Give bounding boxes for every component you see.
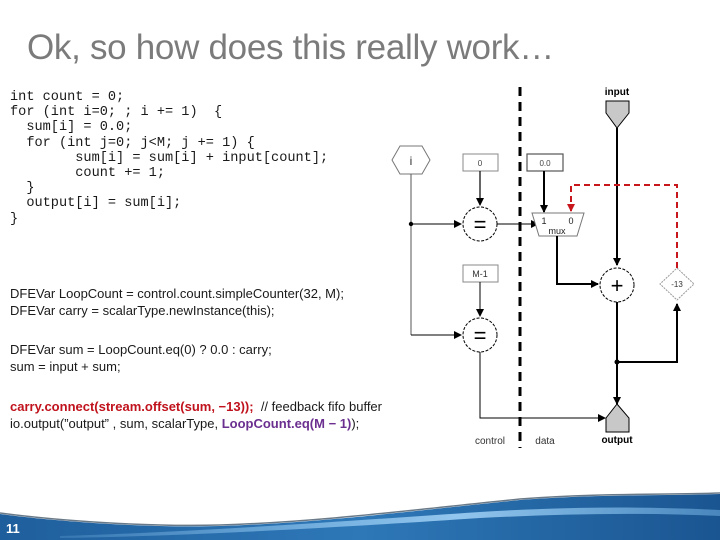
output-enable-wire [479, 352, 606, 422]
data-region-label: data [535, 436, 555, 447]
dataflow-diagram: i 0 = 0.0 1 0 mux input + -13 M-1 = outp… [0, 87, 720, 540]
input-label: input [605, 87, 630, 98]
const-zero-label: 0 [478, 159, 483, 168]
counter-label: i [410, 154, 413, 168]
output-label: output [601, 435, 633, 446]
footer-wave [0, 494, 720, 540]
page-number: 11 [6, 521, 20, 536]
const-zero-float-label: 0.0 [539, 159, 551, 168]
mux-input-0: 0 [568, 216, 573, 226]
input-port [605, 100, 630, 129]
feedback-path [567, 184, 678, 268]
control-region-label: control [475, 436, 505, 447]
adder-symbol: + [611, 273, 624, 298]
eq-zero-symbol: = [474, 212, 487, 237]
mux-input-1: 1 [541, 216, 546, 226]
sum-to-offset-wire [617, 303, 681, 363]
offset-label: -13 [671, 280, 683, 289]
mux-to-adder-wire [556, 236, 599, 288]
eq-m-minus-1-symbol: = [474, 323, 487, 348]
const-m-minus-1-label: M-1 [472, 269, 488, 279]
output-port [605, 403, 630, 433]
mux-label: mux [548, 226, 566, 236]
